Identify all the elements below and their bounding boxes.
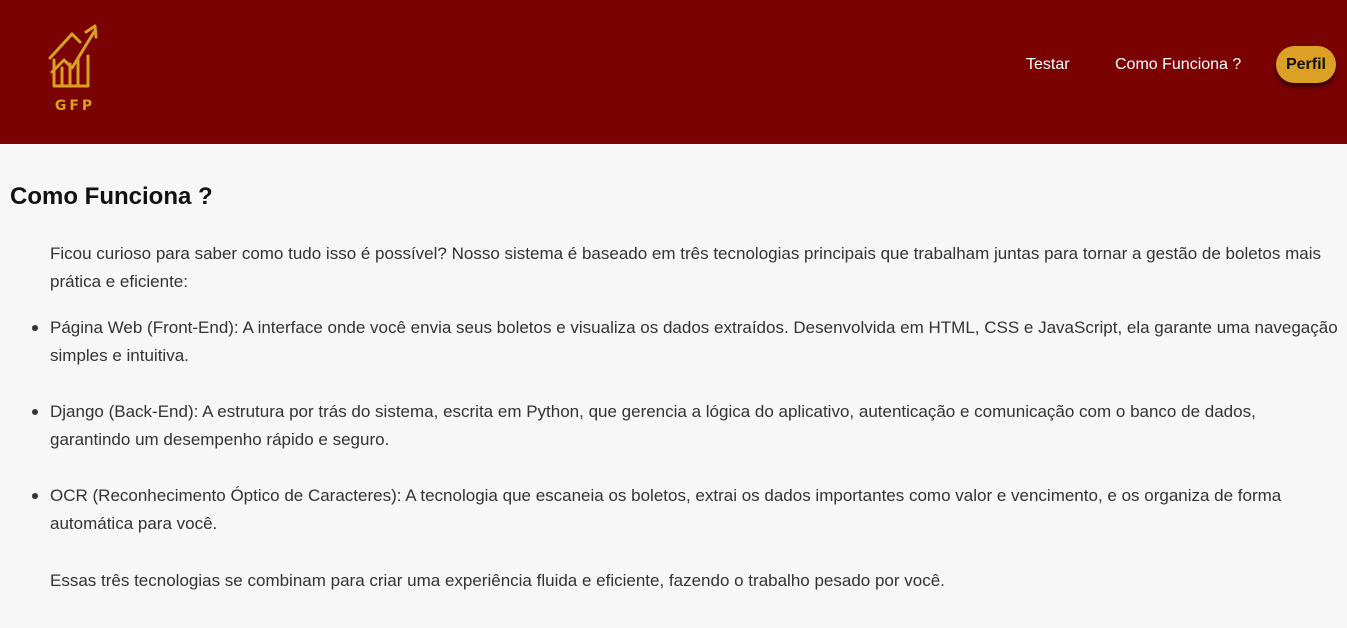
perfil-button[interactable]: Perfil xyxy=(1276,46,1336,83)
list-item: Página Web (Front-End): A interface onde… xyxy=(32,314,1340,370)
bullet-icon xyxy=(32,325,38,331)
nav-como-funciona-link[interactable]: Como Funciona ? xyxy=(1115,55,1241,75)
nav-testar-link[interactable]: Testar xyxy=(1026,55,1070,75)
rising-chart-house-icon xyxy=(44,20,106,90)
outro-paragraph: Essas três tecnologias se combinam para … xyxy=(50,571,945,590)
logo-text: GFP xyxy=(54,98,96,114)
list-item-text: OCR (Reconhecimento Óptico de Caracteres… xyxy=(50,486,1282,533)
page-title: Como Funciona ? xyxy=(10,183,213,210)
site-header: GFP Testar Como Funciona ? Perfil xyxy=(0,0,1347,144)
list-item-text: Página Web (Front-End): A interface onde… xyxy=(50,318,1338,365)
bullet-icon xyxy=(32,409,38,415)
bullet-icon xyxy=(32,493,38,499)
list-item: OCR (Reconhecimento Óptico de Caracteres… xyxy=(32,482,1340,538)
logo[interactable]: GFP xyxy=(44,20,106,120)
intro-paragraph: Ficou curioso para saber como tudo isso … xyxy=(50,244,1321,291)
list-item-text: Django (Back-End): A estrutura por trás … xyxy=(50,402,1256,449)
list-item: Django (Back-End): A estrutura por trás … xyxy=(32,398,1340,454)
